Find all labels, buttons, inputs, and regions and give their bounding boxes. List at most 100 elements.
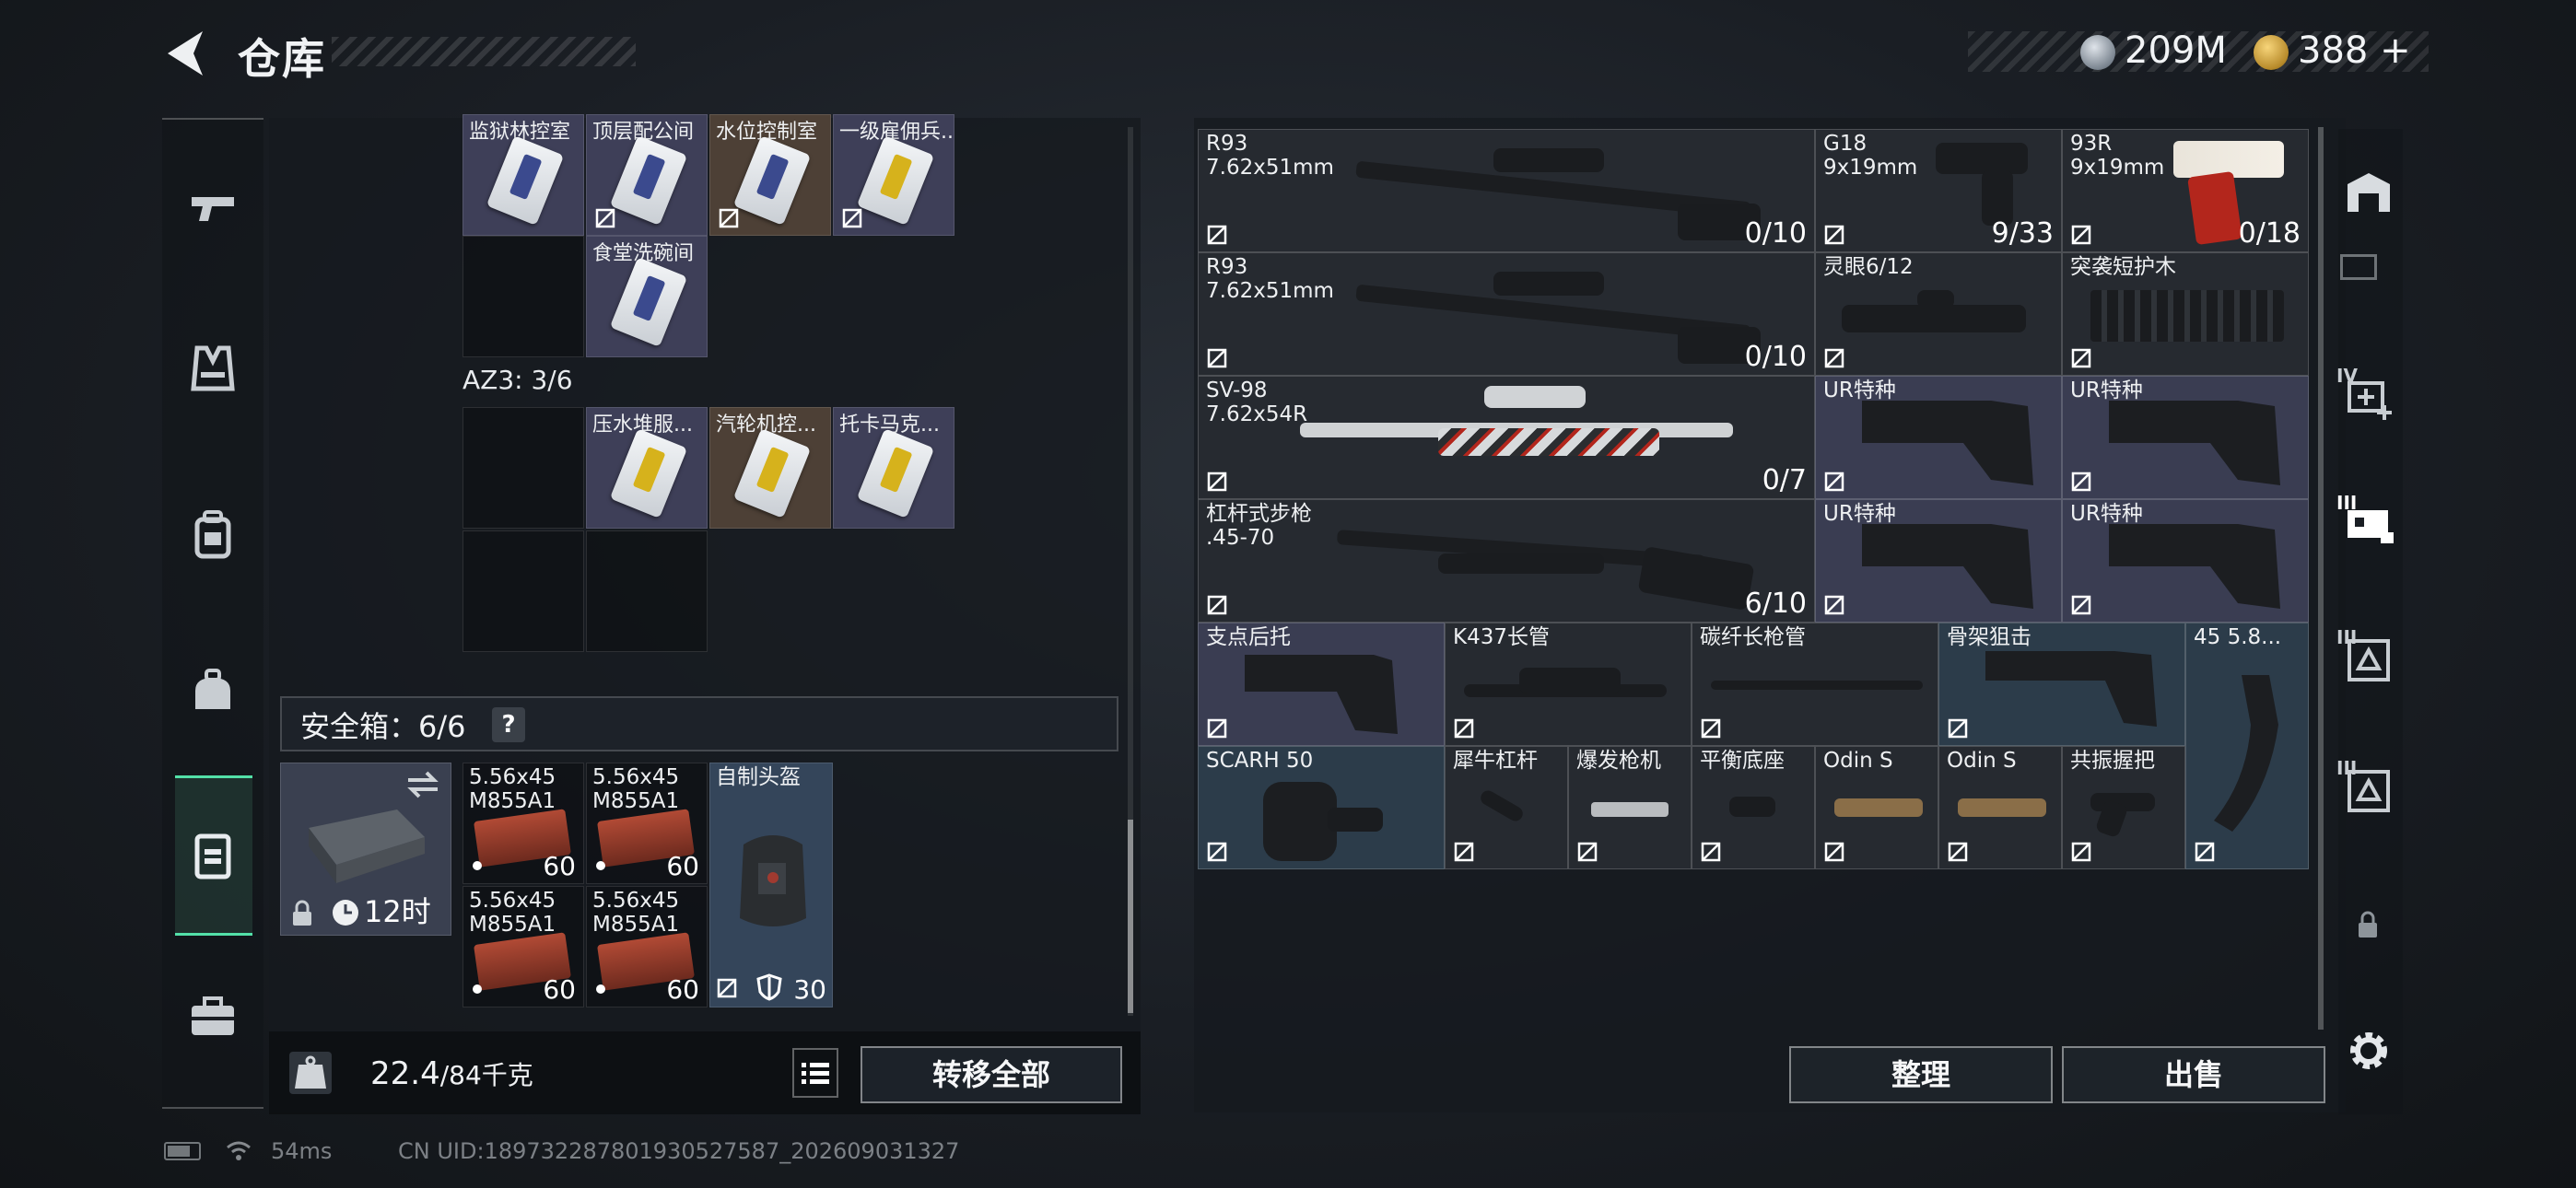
armor-shield-icon xyxy=(756,973,782,1001)
gold-amount[interactable]: 388 + xyxy=(2298,29,2411,72)
attachment-slot-barrel[interactable]: 碳纤长枪管 xyxy=(1692,623,1938,746)
attachment-slot-handguard[interactable]: 突袭短护木 xyxy=(2062,252,2309,376)
inventory-scroll-thumb[interactable] xyxy=(1128,820,1133,1013)
helmet-slot[interactable]: 自制头盔 30 xyxy=(709,763,833,1007)
ammo-dot-icon xyxy=(473,861,482,870)
empty-slot[interactable] xyxy=(463,530,584,652)
ammo-slot[interactable]: 5.56x45 M855A1 60 xyxy=(586,886,708,1007)
keycard-slot[interactable]: 监狱林控室 xyxy=(463,114,584,236)
stash-home-icon[interactable] xyxy=(2340,166,2397,223)
sort-button[interactable]: 整理 xyxy=(1789,1046,2053,1103)
no-insurance-icon xyxy=(1207,595,1227,615)
no-insurance-icon xyxy=(1824,472,1844,492)
safe-case-image xyxy=(309,809,425,883)
no-insurance-icon xyxy=(717,978,737,998)
empty-slot[interactable] xyxy=(463,407,584,529)
safe-timer: 12时 xyxy=(364,894,431,929)
stash-scroll-thumb[interactable] xyxy=(2318,127,2324,1030)
helmet-durability: 30 xyxy=(793,974,826,1005)
no-insurance-icon xyxy=(1207,842,1227,862)
weapon-slot-93r[interactable]: 93R 9x19mm 0/18 xyxy=(2062,129,2309,252)
keycard-icon xyxy=(856,428,935,518)
handguard-image xyxy=(2090,290,2284,342)
chest-rig-icon[interactable] xyxy=(184,663,241,720)
attachment-slot-scope[interactable]: 灵眼6/12 xyxy=(1815,252,2062,376)
no-insurance-icon xyxy=(2195,842,2215,862)
attachment-slot-stock[interactable]: 骨架狙击 xyxy=(1938,623,2185,746)
scope-image xyxy=(1493,272,1604,296)
sell-button[interactable]: 出售 xyxy=(2062,1046,2325,1103)
scope-image xyxy=(1484,386,1586,408)
mount-image xyxy=(1729,797,1775,817)
ammo-slot[interactable]: 5.56x45 M855A1 60 xyxy=(586,763,708,884)
no-insurance-icon xyxy=(1207,472,1227,492)
settings-gear-icon[interactable] xyxy=(2344,1026,2394,1076)
attachment-slot-stock[interactable]: UR特种 xyxy=(1815,499,2062,623)
flashlight-image xyxy=(1834,798,1923,817)
pistol-icon[interactable] xyxy=(184,181,241,238)
weapon-slot-sv98[interactable]: SV-98 7.62x54R 0/7 xyxy=(1198,376,1815,499)
stock-image xyxy=(1862,401,2033,485)
weapon-slot-r93[interactable]: R93 7.62x51mm 0/10 xyxy=(1198,129,1815,252)
bolt-image xyxy=(1591,802,1669,817)
keycard-slot[interactable]: 一级雇佣兵... xyxy=(833,114,954,236)
attachment-slot-stock[interactable]: 支点后托 xyxy=(1198,623,1445,746)
stash-tab-icon[interactable] xyxy=(2340,254,2377,280)
scope-image xyxy=(1842,305,2026,332)
attachment-slot-grip[interactable]: 共振握把 xyxy=(2062,746,2185,869)
help-icon[interactable]: ? xyxy=(492,707,525,742)
keycard-slot[interactable]: 汽轮机控... xyxy=(709,407,831,529)
keycard-slot[interactable]: 托卡马克... xyxy=(833,407,954,529)
attachment-slot-flashlight[interactable]: Odin S xyxy=(1938,746,2062,869)
pistol-image xyxy=(1936,143,2028,174)
ammo-slot[interactable]: 5.56x45 M855A1 60 xyxy=(463,886,584,1007)
swap-icon[interactable] xyxy=(404,769,441,800)
magazine-slot[interactable]: 45 5.8... xyxy=(2185,623,2309,869)
stock-image xyxy=(2109,401,2280,485)
attachment-slot-bolt[interactable]: 爆发枪机 xyxy=(1568,746,1692,869)
ammo-dot-icon xyxy=(596,984,605,994)
ammo-tab-icon[interactable] xyxy=(2340,495,2397,553)
page-title: 仓库 xyxy=(238,34,326,84)
barrel-image xyxy=(1711,681,1923,690)
ammo-slot[interactable]: 5.56x45 M855A1 60 xyxy=(463,763,584,884)
no-insurance-icon xyxy=(719,208,739,228)
weapon-slot-r93[interactable]: R93 7.62x51mm 0/10 xyxy=(1198,252,1815,376)
attachment-slot-mount[interactable]: 平衡底座 xyxy=(1692,746,1815,869)
muzzle-brake-image xyxy=(1263,782,1337,861)
ammo-dot-icon xyxy=(473,984,482,994)
safe-box-label: 安全箱：6/6 xyxy=(300,709,466,744)
keycard-slot[interactable]: 压水堆服... xyxy=(586,407,708,529)
empty-slot[interactable] xyxy=(463,236,584,357)
attachment-slot-stock[interactable]: UR特种 xyxy=(2062,499,2309,623)
armor-tab-icon[interactable] xyxy=(2340,763,2397,820)
briefcase-icon[interactable] xyxy=(184,989,241,1046)
attachment-slot-flashlight[interactable]: Odin S xyxy=(1815,746,1938,869)
keycard-icon xyxy=(732,428,812,518)
back-icon[interactable] xyxy=(162,28,208,79)
list-view-button[interactable] xyxy=(792,1048,838,1098)
safe-case-icon[interactable] xyxy=(184,827,241,884)
armor-tab-icon[interactable] xyxy=(2340,632,2397,689)
keycard-slot[interactable]: 食堂洗碗间 xyxy=(586,236,708,357)
weapon-slot-g18[interactable]: G18 9x19mm 9/33 xyxy=(1815,129,2062,252)
add-gold-icon[interactable]: + xyxy=(2380,29,2411,72)
empty-slot[interactable] xyxy=(586,530,708,652)
no-insurance-icon xyxy=(1824,225,1844,245)
vest-icon[interactable] xyxy=(184,341,241,398)
transfer-all-button[interactable]: 转移全部 xyxy=(861,1046,1122,1103)
attachment-slot-barrel[interactable]: K437长管 xyxy=(1445,623,1692,746)
attachment-slot-stock[interactable]: UR特种 xyxy=(1815,376,2062,499)
attachment-slot-lever[interactable]: 犀牛杠杆 xyxy=(1445,746,1568,869)
weapon-slot-lever-rifle[interactable]: 杠杆式步枪 .45-70 6/10 xyxy=(1198,499,1815,623)
stock-image xyxy=(1245,655,1398,734)
attachment-slot-stock[interactable]: UR特种 xyxy=(2062,376,2309,499)
stock-image xyxy=(1637,545,1755,611)
safe-case-slot[interactable]: 12时 xyxy=(280,763,451,936)
attachment-slot-muzzle[interactable]: SCARH 50 xyxy=(1198,746,1445,869)
no-insurance-icon xyxy=(1207,718,1227,739)
keycard-slot[interactable]: 水位控制室 xyxy=(709,114,831,236)
keycard-slot[interactable]: 顶层配公间 xyxy=(586,114,708,236)
backpack-icon[interactable] xyxy=(184,507,241,564)
medical-tab-icon[interactable] xyxy=(2340,368,2397,425)
